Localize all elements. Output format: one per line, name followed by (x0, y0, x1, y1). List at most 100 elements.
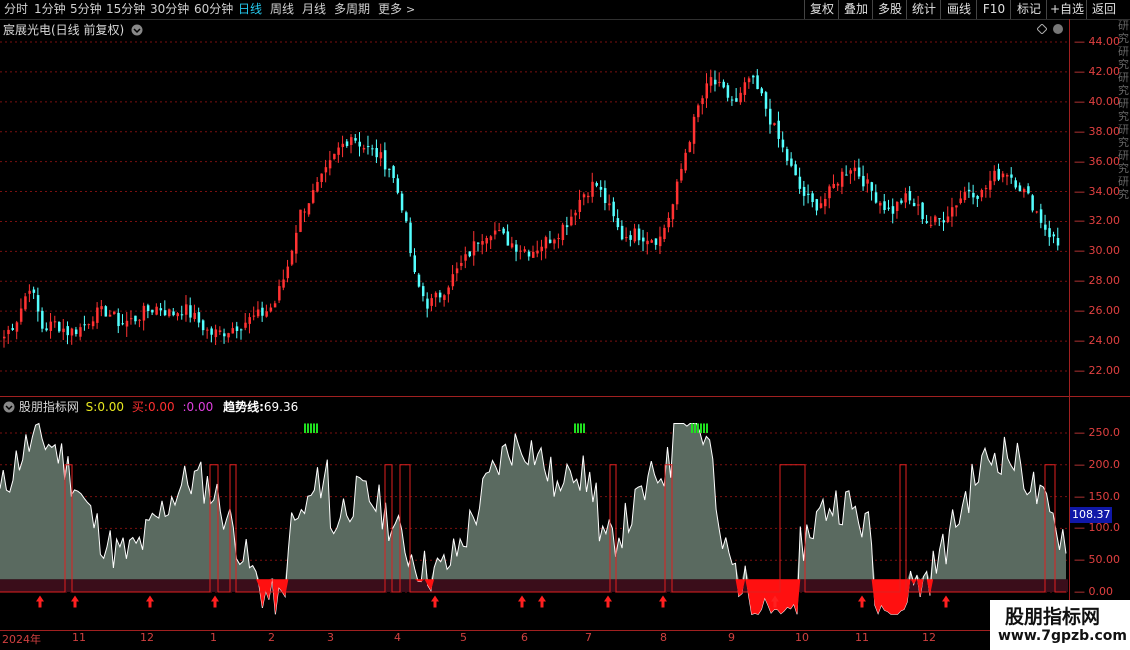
period-tab-3[interactable]: 15分钟 (106, 1, 145, 18)
candle-body (286, 266, 290, 279)
candle-body (303, 211, 306, 213)
stock-title-text: 宸展光电(日线 前复权) (3, 23, 125, 37)
circle-icon[interactable] (1052, 23, 1064, 35)
buy-arrow-icon (942, 595, 950, 608)
candle-body (430, 298, 433, 306)
candle-body (752, 75, 755, 78)
candle-body (358, 141, 361, 147)
price-tick-label: — 32.00 (1074, 214, 1120, 228)
period-tab-more[interactable]: 更多 (378, 1, 402, 18)
period-tab-2[interactable]: 5分钟 (70, 1, 102, 18)
candle-body (15, 322, 19, 332)
candle-body (866, 179, 869, 184)
current-value-badge: 108.37 (1070, 507, 1112, 523)
rtab-fuquan[interactable]: 复权 (804, 0, 839, 19)
candle-body (811, 193, 814, 203)
period-tab-7[interactable]: 周线 (270, 1, 294, 18)
candle-body (629, 235, 632, 240)
candle-body (19, 308, 23, 322)
candle-body (603, 188, 607, 204)
candle-body (984, 187, 988, 189)
period-tab-daily[interactable]: 日线 (238, 1, 262, 18)
rtab-overlay[interactable]: 叠加 (838, 0, 873, 19)
candle-body (955, 205, 958, 208)
candle-body (184, 304, 188, 315)
candle-body (506, 231, 510, 246)
date-label: 11 (72, 631, 86, 644)
rtab-multi-stock[interactable]: 多股 (872, 0, 907, 19)
rtab-add-watchlist[interactable]: +自选 (1046, 0, 1087, 19)
candle-body (87, 324, 91, 326)
candle-body (895, 201, 899, 211)
date-label: 12 (140, 631, 154, 644)
candle-body (502, 228, 505, 234)
period-tab-4[interactable]: 30分钟 (150, 1, 189, 18)
candle-body (946, 216, 950, 223)
period-tab-9[interactable]: 多周期 (334, 1, 370, 18)
candle-body (413, 255, 417, 273)
candle-body (934, 216, 937, 223)
candle-body (675, 181, 679, 205)
rtab-stats[interactable]: 统计 (906, 0, 941, 19)
candle-body (96, 307, 99, 323)
buy-arrow-icon (538, 595, 546, 608)
candle-body (692, 116, 696, 144)
candle-body (159, 308, 163, 311)
chevron-right-icon[interactable]: > (406, 1, 415, 18)
candle-body (121, 323, 124, 325)
candle-body (455, 268, 459, 274)
candle-body (870, 182, 874, 191)
candle-body (62, 328, 65, 333)
period-tab-0[interactable]: 分时 (4, 1, 28, 18)
candle-body (163, 310, 167, 316)
date-label: 10 (795, 631, 809, 644)
candle-body (650, 240, 653, 243)
candle-body (713, 79, 717, 85)
dropdown-circle-icon[interactable] (131, 24, 143, 36)
candle-body (324, 167, 328, 173)
rtab-mark[interactable]: 标记 (1010, 0, 1047, 19)
candle-body (519, 250, 522, 252)
candle-body (214, 329, 218, 338)
candle-body (887, 207, 890, 209)
candle-body (989, 180, 992, 190)
candle-body (460, 262, 463, 266)
candle-body (840, 171, 844, 187)
candle-body (883, 201, 886, 210)
rtab-f10[interactable]: F10 (976, 0, 1011, 19)
date-label: 11 (855, 631, 869, 644)
candle-body (807, 193, 810, 195)
candle-body (41, 310, 44, 329)
candle-body (290, 250, 294, 265)
candle-body (828, 186, 831, 199)
candle-body (540, 246, 543, 252)
candle-body (36, 295, 40, 312)
candle-body (595, 183, 598, 186)
candle-body (261, 307, 264, 316)
diamond-icon[interactable] (1037, 24, 1047, 34)
period-tab-8[interactable]: 月线 (302, 1, 326, 18)
candle-body (104, 306, 108, 317)
candle-body (498, 230, 501, 232)
candle-body (874, 192, 878, 203)
candle-body (447, 287, 450, 295)
rtab-draw[interactable]: 画线 (940, 0, 977, 19)
rtab-back[interactable]: 返回 (1086, 0, 1121, 19)
candle-body (1027, 186, 1030, 194)
candle-body (929, 224, 933, 226)
candle-body (637, 228, 641, 241)
candle-body (189, 305, 192, 318)
candle-body (574, 212, 577, 216)
candle-body (476, 242, 480, 244)
price-tick-label: — 28.00 (1074, 274, 1120, 288)
period-tab-1[interactable]: 1分钟 (34, 1, 66, 18)
candle-body (53, 321, 57, 323)
period-tab-5[interactable]: 60分钟 (194, 1, 233, 18)
candle-body (354, 138, 357, 141)
candle-body (959, 198, 962, 203)
candle-body (269, 307, 273, 312)
candle-body (561, 224, 565, 241)
candle-body (853, 167, 857, 172)
candle-body (45, 328, 48, 331)
candle-body (1035, 211, 1039, 213)
